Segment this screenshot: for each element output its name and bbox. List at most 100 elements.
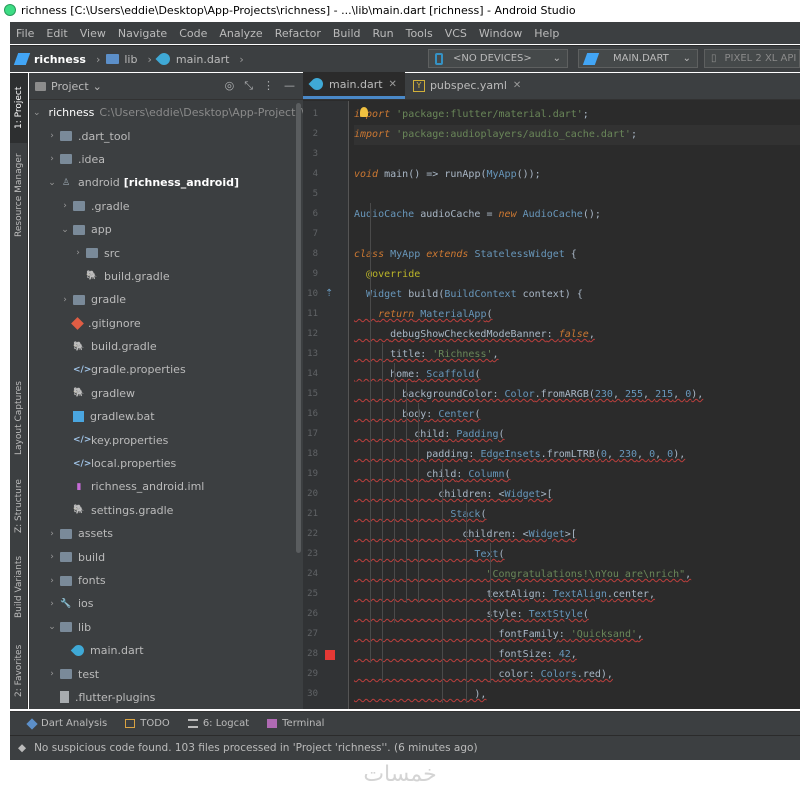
menu-run[interactable]: Run (367, 27, 400, 40)
tree-node[interactable]: › test (29, 662, 303, 685)
tool-todo[interactable]: TODO (125, 718, 170, 729)
device-selector[interactable]: <NO DEVICES> ⌄ (428, 49, 568, 68)
menu-tools[interactable]: Tools (400, 27, 439, 40)
tree-node[interactable]: .gitignore (29, 312, 303, 335)
tool-dart-analysis[interactable]: Dart Analysis (26, 717, 107, 730)
menu-code[interactable]: Code (173, 27, 213, 40)
tree-node[interactable]: 🐘 build.gradle (29, 265, 303, 288)
breadcrumb-project[interactable]: richness (13, 53, 86, 66)
menu-navigate[interactable]: Navigate (112, 27, 173, 40)
tree-node[interactable]: </> gradle.properties (29, 358, 303, 381)
emulator-selector[interactable]: ▯ PIXEL 2 XL API (704, 49, 800, 68)
code-line[interactable]: title: 'Richness', (354, 345, 498, 365)
lightbulb-icon[interactable] (360, 107, 368, 117)
code-line[interactable]: fontFamily: 'Quicksand', (354, 625, 644, 645)
tree-node[interactable]: </> key.properties (29, 428, 303, 451)
chevron-right-icon[interactable]: › (46, 552, 58, 562)
chevron-down-icon[interactable]: ⌄ (59, 225, 71, 235)
code-line[interactable]: textAlign: TextAlign.center, (354, 585, 655, 605)
override-marker-icon[interactable]: ⇡ (325, 288, 333, 299)
tree-node[interactable]: › 🔧 ios (29, 592, 303, 615)
tree-node[interactable]: gradlew.bat (29, 405, 303, 428)
tree-node[interactable]: 🐘 gradlew (29, 382, 303, 405)
tree-node[interactable]: </> local.properties (29, 452, 303, 475)
tree-node[interactable]: ▮ richness_android.iml (29, 475, 303, 498)
chevron-right-icon[interactable]: › (46, 576, 58, 586)
code-line[interactable]: debugShowCheckedModeBanner: false, (354, 325, 595, 345)
tree-node[interactable]: › build (29, 545, 303, 568)
code-line[interactable]: home: Scaffold( (354, 365, 480, 385)
chevron-right-icon[interactable]: › (46, 599, 58, 609)
tab-structure[interactable]: Z: Structure (10, 471, 28, 541)
chevron-right-icon[interactable]: › (46, 529, 58, 539)
chevron-right-icon[interactable]: › (46, 131, 58, 141)
code-line[interactable]: void main() => runApp(MyApp()); (354, 165, 541, 185)
collapse-all-icon[interactable]: ⤡ (244, 79, 253, 93)
tree-node[interactable]: main.dart (29, 639, 303, 662)
close-icon[interactable]: ✕ (389, 79, 397, 90)
tree-node[interactable]: › fonts (29, 569, 303, 592)
code-line[interactable]: children: <Widget>[ (354, 485, 552, 505)
project-view-selector[interactable]: Project (51, 80, 89, 93)
menu-window[interactable]: Window (473, 27, 528, 40)
breadcrumb-file[interactable]: main.dart (155, 50, 229, 68)
chevron-right-icon[interactable]: › (59, 201, 71, 211)
code-line[interactable]: "Congratulations!\nYou are\nrich", (354, 565, 691, 585)
menu-build[interactable]: Build (327, 27, 367, 40)
tree-node[interactable]: ⌄ lib (29, 616, 303, 639)
tree-node[interactable]: ⌄ app (29, 218, 303, 241)
code-line[interactable]: class MyApp extends StatelessWidget { (354, 245, 577, 265)
tree-node[interactable]: › src (29, 241, 303, 264)
tree-node[interactable]: 🐘 settings.gradle (29, 499, 303, 522)
tree-node[interactable]: 🐘 build.gradle (29, 335, 303, 358)
code-editor[interactable]: import 'package:flutter/material.dart'; i… (350, 101, 800, 709)
chevron-right-icon[interactable]: › (46, 669, 58, 679)
tree-node[interactable]: ⌄ ♙ android [richness_android] (29, 171, 303, 194)
tab-pubspec-yaml[interactable]: Y pubspec.yaml ✕ (405, 72, 529, 99)
code-line[interactable]: import 'package:audioplayers/audio_cache… (354, 125, 800, 145)
tab-favorites[interactable]: 2: Favorites (10, 638, 28, 703)
menu-analyze[interactable]: Analyze (213, 27, 268, 40)
options-icon[interactable]: ⋮ (263, 79, 274, 93)
code-line[interactable]: Widget build(BuildContext context) { (354, 285, 583, 305)
code-line[interactable]: return MaterialApp( (354, 305, 492, 325)
code-line[interactable]: padding: EdgeInsets.fromLTRB(0, 230, 0, … (354, 445, 685, 465)
tree-node[interactable]: .flutter-plugins (29, 686, 303, 709)
menu-help[interactable]: Help (528, 27, 565, 40)
menu-file[interactable]: File (10, 27, 40, 40)
tab-build-variants[interactable]: Build Variants (10, 551, 28, 623)
hide-panel-icon[interactable]: — (284, 79, 295, 93)
tab-resource-manager[interactable]: Resource Manager (10, 145, 28, 245)
code-line[interactable]: style: TextStyle( (354, 605, 588, 625)
menu-refactor[interactable]: Refactor (269, 27, 327, 40)
chevron-right-icon[interactable]: › (72, 248, 84, 258)
chevron-down-icon[interactable]: ⌄ (46, 178, 58, 188)
code-line[interactable]: import 'package:flutter/material.dart'; (354, 105, 589, 125)
line-number-gutter[interactable]: 1 2 3 4 5 6 7 8 9 10 11 12 13 14 15 16 17 18 19 20 21 22 23 24 2… (303, 101, 349, 709)
chevron-down-icon[interactable]: ⌄ (93, 80, 102, 93)
code-line[interactable]: Text( (354, 545, 504, 565)
tab-layout-captures[interactable]: Layout Captures (10, 373, 28, 463)
chevron-right-icon[interactable]: › (46, 154, 58, 164)
breadcrumb-folder[interactable]: lib (106, 53, 137, 66)
tree-node[interactable]: › assets (29, 522, 303, 545)
code-line[interactable]: child: Padding( (354, 425, 504, 445)
close-icon[interactable]: ✕ (513, 80, 521, 91)
code-line[interactable]: color: Colors.red), (354, 665, 613, 685)
chevron-down-icon[interactable]: ⌄ (46, 622, 58, 632)
tree-node[interactable]: › .gradle (29, 195, 303, 218)
tool-logcat[interactable]: 6: Logcat (187, 718, 249, 729)
locate-file-icon[interactable]: ◎ (225, 79, 235, 93)
menu-view[interactable]: View (74, 27, 112, 40)
tree-node[interactable]: ⌄ richness C:\Users\eddie\Desktop\App-Proj… (29, 101, 351, 124)
chevron-down-icon[interactable]: ⌄ (33, 108, 41, 118)
tab-main-dart[interactable]: main.dart ✕ (303, 72, 405, 99)
tool-terminal[interactable]: Terminal (267, 718, 324, 729)
code-line[interactable]: @override (354, 265, 420, 285)
code-line[interactable]: child: Column( (354, 465, 510, 485)
error-marker-icon[interactable] (325, 650, 335, 660)
tree-node[interactable]: › gradle (29, 288, 303, 311)
tree-node[interactable]: › .dart_tool (29, 124, 303, 147)
code-line[interactable]: AudioCache audioCache = new AudioCache()… (354, 205, 601, 225)
menu-vcs[interactable]: VCS (439, 27, 473, 40)
